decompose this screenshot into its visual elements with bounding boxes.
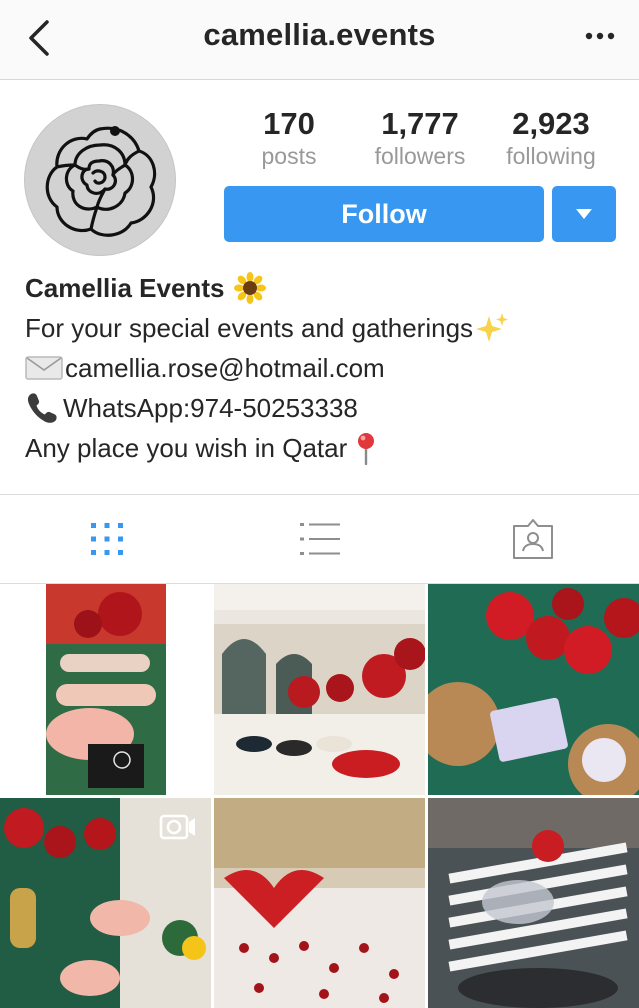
more-horizontal-icon — [585, 32, 615, 40]
post-thumbnail-2[interactable] — [214, 584, 425, 795]
profile-tab-bar — [0, 494, 639, 584]
envelope-icon — [25, 355, 63, 381]
camellia-logo-icon — [45, 126, 157, 237]
post-image — [428, 584, 639, 795]
following-label: following — [506, 143, 596, 169]
telephone-icon — [25, 391, 59, 425]
posts-grid — [0, 584, 639, 1008]
list-icon — [299, 523, 340, 555]
profile-bio: Camellia Events For your special events … — [25, 268, 625, 468]
bio-line-whatsapp: WhatsApp:974-50253338 — [25, 388, 625, 428]
tab-tagged[interactable] — [426, 495, 639, 583]
followers-label: followers — [374, 143, 466, 169]
caret-down-icon — [576, 209, 592, 219]
pushpin-icon — [355, 431, 377, 465]
follow-button[interactable]: Follow — [224, 186, 544, 242]
bio-name-line: Camellia Events — [25, 268, 625, 308]
bio-text-events: For your special events and gatherings — [25, 313, 474, 343]
followers-count: 1,777 — [381, 106, 459, 141]
bio-location-text: Any place you wish in Qatar — [25, 433, 348, 463]
profile-stats: 170 posts 1,777 followers 2,923 followin… — [224, 106, 616, 170]
bio-line-email: camellia.rose@hotmail.com — [25, 348, 625, 388]
posts-count-stat[interactable]: 170 posts — [224, 106, 354, 170]
following-count-stat[interactable]: 2,923 following — [486, 106, 616, 170]
followers-count-stat[interactable]: 1,777 followers — [355, 106, 485, 170]
more-options-button[interactable] — [583, 24, 617, 48]
top-nav-bar: camellia.events — [0, 0, 639, 80]
video-camera-icon — [159, 814, 195, 840]
post-thumbnail-3[interactable] — [428, 584, 639, 795]
post-thumbnail-6[interactable] — [428, 798, 639, 1008]
posts-count: 170 — [263, 106, 315, 141]
post-thumbnail-4[interactable] — [0, 798, 211, 1008]
post-image — [214, 584, 425, 795]
post-image — [0, 584, 211, 795]
tab-list-view[interactable] — [213, 495, 426, 583]
post-thumbnail-5[interactable] — [214, 798, 425, 1008]
post-thumbnail-1[interactable] — [0, 584, 211, 795]
tab-grid-view[interactable] — [0, 495, 213, 583]
sparkles-icon — [475, 312, 509, 344]
bio-line-events: For your special events and gatherings — [25, 308, 625, 348]
bio-whatsapp-text[interactable]: WhatsApp:974-50253338 — [63, 388, 358, 428]
bio-email-link[interactable]: camellia.rose@hotmail.com — [65, 348, 385, 388]
profile-avatar[interactable] — [24, 104, 176, 256]
sunflower-icon — [234, 272, 267, 304]
display-name: Camellia Events — [25, 273, 225, 303]
suggestions-dropdown-button[interactable] — [552, 186, 616, 242]
profile-username: camellia.events — [203, 17, 436, 52]
grid-icon — [90, 523, 123, 555]
tagged-person-icon — [512, 519, 553, 559]
posts-label: posts — [261, 143, 317, 169]
following-count: 2,923 — [512, 106, 590, 141]
bio-line-location: Any place you wish in Qatar — [25, 428, 625, 468]
post-image — [214, 798, 425, 1008]
post-image — [428, 798, 639, 1008]
